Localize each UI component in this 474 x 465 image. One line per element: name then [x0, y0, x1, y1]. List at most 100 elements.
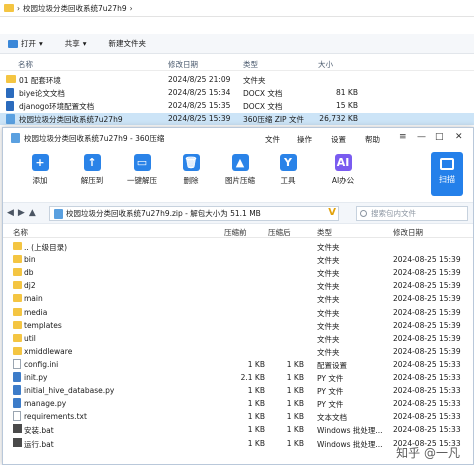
file-row[interactable]: initial_hive_database.py 1 KB 1 KB PY 文件 202… — [3, 384, 473, 397]
column-type[interactable]: 类型 — [317, 227, 332, 238]
folder-icon — [4, 4, 14, 12]
file-type: Windows 批处理... — [317, 426, 383, 436]
file-row[interactable]: xmiddleware 文件夹 2024-08-25 15:39 — [3, 345, 473, 358]
file-date: 2024-08-25 15:39 — [393, 281, 461, 291]
menu-settings[interactable]: 设置 — [331, 134, 346, 145]
tool-image-compress-button[interactable]: ▲ 图片压缩 — [218, 154, 262, 186]
tool-tools-button[interactable]: Y 工具 — [266, 154, 310, 186]
explorer-row[interactable]: 01 配套环境 2024/8/25 21:09 文件夹 — [0, 74, 474, 86]
scan-label: 扫描 — [439, 175, 455, 184]
tool-one-click-extract-button[interactable]: ▭ 一键解压 — [120, 154, 164, 186]
explorer-row[interactable]: 校园垃圾分类回收系统7u27h9 2024/8/25 15:39 360压缩 ZIP… — [0, 113, 474, 125]
file-date: 2024-08-25 15:39 — [393, 320, 461, 330]
menu-icon[interactable]: ≡ — [399, 132, 407, 142]
file-date: 2024-08-25 15:33 — [393, 425, 461, 435]
file-name: xmiddleware — [24, 346, 73, 356]
file-name: main — [24, 294, 43, 304]
file-row[interactable]: 安装.bat 1 KB 1 KB Windows 批处理... 2024-08-25 1… — [3, 423, 473, 436]
scan-button[interactable]: 扫描 — [431, 152, 463, 196]
explorer-row[interactable]: biye论文文档 2024/8/25 15:34 DOCX 文档 81 KB — [0, 87, 474, 99]
file-before: 1 KB — [247, 386, 265, 396]
file-row[interactable]: media 文件夹 2024-08-25 15:39 — [3, 306, 473, 319]
file-row[interactable]: .. (上级目录) 文件夹 — [3, 240, 473, 253]
explorer-path[interactable]: 校园垃圾分类回收系统7u27h9 — [23, 3, 127, 14]
menu-file[interactable]: 文件 — [265, 134, 280, 145]
explorer-address-bar[interactable]: › 校园垃圾分类回收系统7u27h9 › — [0, 0, 474, 17]
file-type: Windows 批处理... — [317, 439, 383, 449]
chevron-down-icon[interactable]: V — [328, 207, 336, 218]
open-button[interactable]: 打开 ▾ — [8, 38, 43, 49]
explorer-name: djanogo环境配置文档 — [19, 102, 95, 111]
tool-ai-office-button[interactable]: AI AI办公 — [321, 154, 365, 186]
py-icon — [13, 398, 21, 409]
ai-office-icon: AI — [334, 154, 352, 171]
file-name: init.py — [24, 373, 48, 382]
image-compress-icon: ▲ — [231, 154, 249, 171]
file-list-header: 名称 压缩前 压缩后 类型 修改日期 — [3, 224, 473, 238]
folder-icon — [13, 255, 22, 264]
column-modified[interactable]: 修改日期 — [393, 227, 423, 238]
file-row[interactable]: config.ini 1 KB 1 KB 配置设置 2024-08-25 15:33 — [3, 358, 473, 371]
close-button[interactable]: ✕ — [455, 132, 463, 142]
add-icon: + — [31, 154, 49, 171]
file-after: 1 KB — [286, 399, 304, 409]
file-row[interactable]: dj2 文件夹 2024-08-25 15:39 — [3, 279, 473, 292]
explorer-row[interactable]: djanogo环境配置文档 2024/8/25 15:35 DOCX 文档 15 KB — [0, 100, 474, 112]
forward-button[interactable]: ▶ — [18, 208, 25, 218]
file-type: 文件夹 — [317, 334, 340, 344]
explorer-size: 81 KB — [336, 88, 358, 97]
file-row[interactable]: manage.py 1 KB 1 KB PY 文件 2024-08-25 15:33 — [3, 397, 473, 410]
tool-label: 工具 — [280, 176, 296, 185]
column-name[interactable]: 名称 — [13, 227, 28, 238]
file-name: dj2 — [24, 281, 36, 291]
file-row[interactable]: main 文件夹 2024-08-25 15:39 — [3, 292, 473, 305]
path-field[interactable]: 校园垃圾分类回收系统7u27h9.zip - 解包大小为 51.1 MB V — [49, 206, 339, 221]
file-row[interactable]: bin 文件夹 2024-08-25 15:39 — [3, 253, 473, 266]
tools-icon: Y — [279, 154, 297, 171]
tool-extract-to-button[interactable]: ↑ 解压到 — [70, 154, 114, 186]
back-button[interactable]: ◀ — [7, 208, 14, 218]
folder-icon — [13, 333, 22, 342]
column-size[interactable]: 大小 — [318, 59, 333, 70]
chevron-right-icon: › — [129, 3, 133, 13]
explorer-type: 360压缩 ZIP 文件 — [243, 115, 304, 124]
file-type: PY 文件 — [317, 387, 344, 397]
column-compressed-after[interactable]: 压缩后 — [268, 227, 291, 238]
share-button[interactable]: 共享 ▾ — [65, 38, 87, 49]
tool-delete-button[interactable]: 🗑 删除 — [169, 154, 213, 186]
minimize-button[interactable]: — — [417, 132, 426, 142]
new-folder-button[interactable]: 新建文件夹 — [109, 38, 147, 49]
file-before: 1 KB — [247, 438, 265, 448]
file-row[interactable]: util 文件夹 2024-08-25 15:39 — [3, 332, 473, 345]
maximize-button[interactable]: □ — [435, 132, 444, 142]
search-input[interactable]: 搜索包内文件 — [356, 206, 468, 221]
zip-toolbar: + 添加 ↑ 解压到 ▭ 一键解压 🗑 删除 ▲ 图片压缩 Y 工具 AI AI办公 扫描 — [3, 148, 473, 202]
up-button[interactable]: ▲ — [29, 208, 36, 218]
file-name: requirements.txt — [24, 412, 87, 422]
bat-icon — [13, 437, 22, 447]
column-compressed-before[interactable]: 压缩前 — [224, 227, 247, 238]
file-before: 1 KB — [247, 425, 265, 435]
file-name: bin — [24, 255, 36, 265]
column-type[interactable]: 类型 — [243, 59, 258, 70]
file-row[interactable]: requirements.txt 1 KB 1 KB 文本文档 2024-08-25 1… — [3, 410, 473, 423]
column-date[interactable]: 修改日期 — [168, 59, 198, 70]
menu-help[interactable]: 帮助 — [365, 134, 380, 145]
column-name[interactable]: 名称 — [18, 59, 33, 70]
py-icon — [13, 372, 21, 382]
file-before: 1 KB — [247, 359, 265, 369]
file-name: templates — [24, 320, 62, 330]
file-type: 文件夹 — [317, 282, 340, 292]
file-row[interactable]: templates 文件夹 2024-08-25 15:39 — [3, 319, 473, 332]
file-date: 2024-08-25 15:33 — [393, 399, 461, 409]
tool-label: 添加 — [32, 176, 48, 185]
menu-operate[interactable]: 操作 — [297, 134, 312, 145]
explorer-type: DOCX 文档 — [243, 102, 283, 111]
file-after: 1 KB — [286, 425, 304, 435]
file-row[interactable]: db 文件夹 2024-08-25 15:39 — [3, 266, 473, 279]
explorer-size: 15 KB — [336, 101, 358, 110]
docx-icon — [6, 101, 14, 111]
tool-add-button[interactable]: + 添加 — [18, 154, 62, 186]
path-text: 校园垃圾分类回收系统7u27h9.zip - 解包大小为 51.1 MB — [66, 209, 261, 218]
file-row[interactable]: init.py 2.1 KB 1 KB PY 文件 2024-08-25 15:33 — [3, 371, 473, 384]
